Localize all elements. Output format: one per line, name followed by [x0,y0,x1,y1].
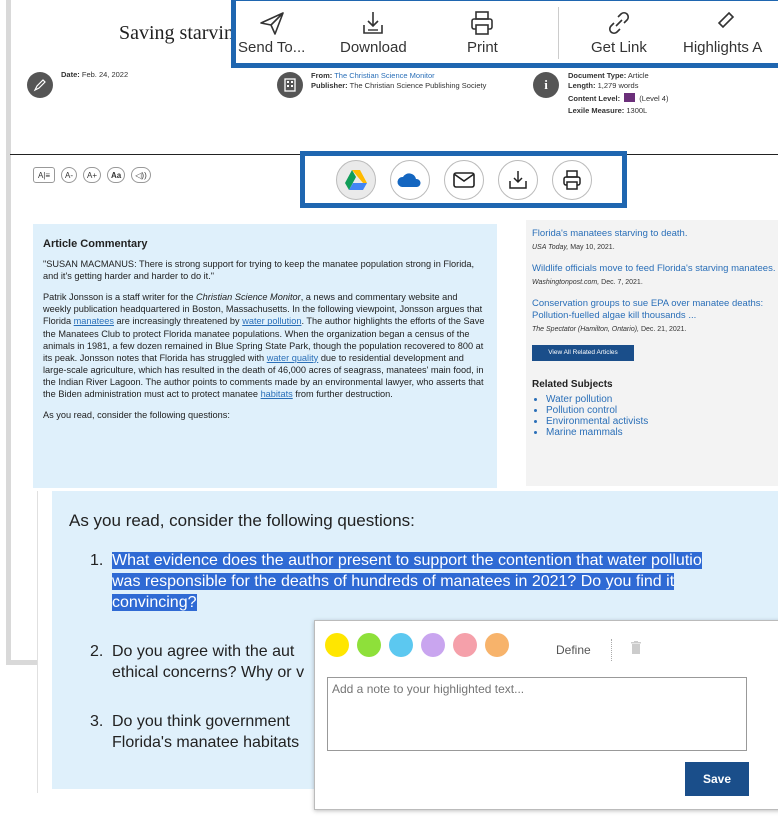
translate-button[interactable]: A|≡ [33,167,55,183]
printer-icon [471,11,494,35]
printer-icon [562,169,581,190]
share-print-button[interactable] [551,159,592,200]
related-article-source: The Spectator (Hamilton, Ontario), Dec. … [532,326,687,333]
share-options [300,151,627,208]
related-subjects-list: Water pollution Pollution control Enviro… [532,394,778,438]
highlight-popup: Define Save [314,620,778,810]
commentary-quote: "SUSAN MACMANUS: There is strong support… [43,259,475,282]
color-yellow-button[interactable] [325,633,349,657]
onedrive-button[interactable] [389,159,430,200]
related-sidebar: Florida's manatees starving to death. US… [526,220,778,486]
water-quality-link[interactable]: water quality [267,353,319,363]
share-download-button[interactable] [497,159,538,200]
define-button[interactable]: Define [556,643,591,657]
color-orange-button[interactable] [485,633,509,657]
related-article-source: Washingtonpost.com, Dec. 7, 2021. [532,279,643,286]
link-icon [608,11,629,35]
trash-icon[interactable] [631,641,641,655]
email-button[interactable] [443,159,484,200]
color-blue-button[interactable] [389,633,413,657]
manatees-link[interactable]: manatees [74,316,114,326]
download-button[interactable]: Download [340,9,407,56]
pen-icon [27,72,53,98]
envelope-icon [452,171,475,188]
commentary-heading: Article Commentary [43,238,148,250]
highlights-button[interactable]: Highlights A [683,9,762,56]
highlighted-text[interactable]: What evidence does the author present to… [112,552,702,569]
get-link-button[interactable]: Get Link [591,9,647,56]
onedrive-icon [396,172,421,187]
source-meta: From: The Christian Science Monitor Publ… [311,71,487,90]
info-icon: i [533,72,559,98]
commentary-body: Patrik Jonsson is a staff writer for the… [43,292,485,400]
related-article-link[interactable]: Florida's manatees starving to death. [532,228,778,240]
send-to-button[interactable]: Send To... [238,9,305,56]
commentary-consider: As you read, consider the following ques… [43,410,230,421]
subject-link[interactable]: Environmental activists [546,416,778,427]
toolbar-separator [558,7,559,59]
highlighter-icon [717,11,734,29]
font-style-button[interactable]: Aa [107,167,126,183]
popup-separator [611,639,613,661]
print-button[interactable]: Print [467,9,498,56]
document-toolbar: Send To... Download Print Get Link Highl… [231,0,778,68]
from-link[interactable]: The Christian Science Monitor [334,71,434,80]
questions-heading: As you read, consider the following ques… [69,511,415,530]
decrease-font-button[interactable]: A- [61,167,77,183]
download-icon [508,170,527,189]
highlight-colors [325,633,509,657]
subject-link[interactable]: Pollution control [546,405,778,416]
article-title: Saving starvin [119,22,234,44]
question-1[interactable]: 1. What evidence does the author present … [90,550,778,613]
google-drive-icon [344,169,367,190]
habitats-link[interactable]: habitats [261,389,293,399]
related-article-link[interactable]: Conservation groups to sue EPA over mana… [532,298,778,322]
text-tools: A|≡ A- A+ Aa ◁)) [33,167,151,183]
related-article-source: USA Today, May 10, 2021. [532,244,615,251]
date-meta: Date: Feb. 24, 2022 [61,70,129,79]
document-meta: Document Type: Article Length: 1,279 wor… [568,71,669,115]
view-all-related-button[interactable]: View All Related Articles [532,345,634,361]
download-icon [363,12,384,34]
color-purple-button[interactable] [421,633,445,657]
related-article-link[interactable]: Wildlife officials move to feed Florida'… [532,263,778,275]
listen-button[interactable]: ◁)) [131,167,151,183]
save-button[interactable]: Save [685,762,749,796]
increase-font-button[interactable]: A+ [83,167,102,183]
color-green-button[interactable] [357,633,381,657]
note-input[interactable] [327,677,747,751]
send-icon [259,12,284,35]
building-icon [277,72,303,98]
water-pollution-link[interactable]: water pollution [242,316,301,326]
subject-link[interactable]: Water pollution [546,394,778,405]
related-subjects-heading: Related Subjects [532,379,613,390]
subject-link[interactable]: Marine mammals [546,427,778,438]
color-pink-button[interactable] [453,633,477,657]
article-commentary: Article Commentary "SUSAN MACMANUS: Ther… [33,224,497,488]
level-badge-icon [624,93,636,102]
google-drive-button[interactable] [335,159,376,200]
